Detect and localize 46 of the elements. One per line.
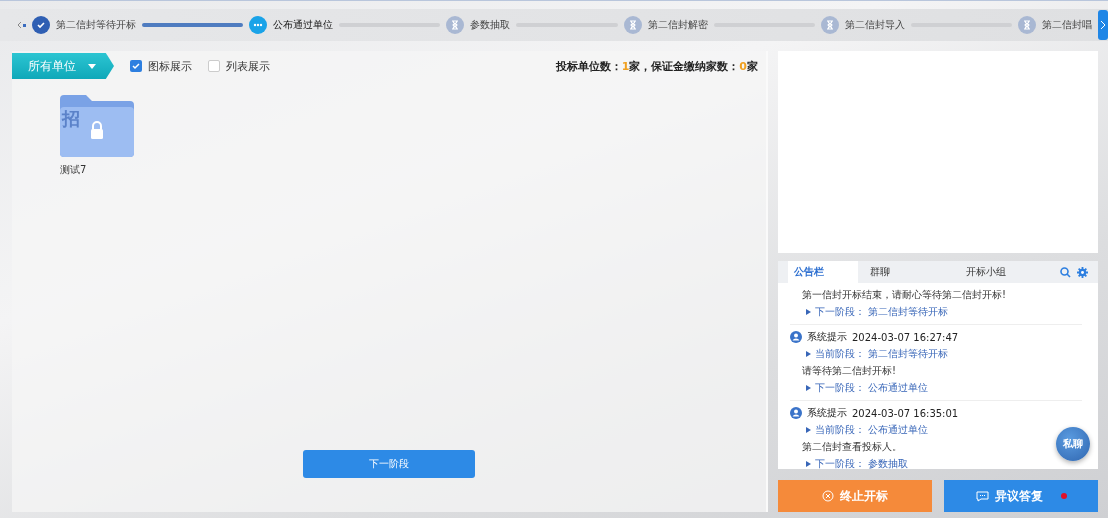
checkbox[interactable] (130, 60, 142, 72)
message-sender: 系统提示 (807, 330, 847, 344)
step-label[interactable]: 第二信封导入 (844, 18, 905, 32)
triangle-icon (806, 461, 811, 467)
private-chat-button[interactable]: 私聊 (1056, 427, 1090, 461)
triangle-icon (806, 351, 811, 357)
stage-text: 下一阶段： 第二信封等待开标 (815, 305, 949, 319)
step-label[interactable]: 公布通过单位 (273, 18, 334, 32)
bidder-name: 测试7 (60, 163, 88, 177)
bid-stats-text: 投标单位数：1家，保证金缴纳家数：0家 (555, 58, 758, 74)
back-arrow-icon[interactable] (16, 20, 26, 30)
chat-bubble-icon (975, 490, 989, 502)
triangle-icon (806, 385, 811, 391)
chat-tab[interactable]: 公告栏 (788, 261, 858, 283)
close-circle-icon (822, 490, 834, 502)
chat-tab[interactable]: 开标小组 (960, 261, 1030, 283)
message-time: 2024-03-07 16:27:47 (852, 331, 959, 343)
message-text: 第一信封开标结束，请耐心等待第二信封开标! (802, 288, 1006, 302)
settings-icon[interactable] (1077, 266, 1088, 278)
checkbox-label: 图标展示 (148, 58, 192, 74)
step-label[interactable]: 参数抽取 (470, 18, 511, 32)
chevron-right-icon (1100, 20, 1106, 30)
step-label[interactable]: 第二信封唱 (1042, 18, 1092, 32)
chat-tab[interactable]: 群聊 (864, 261, 954, 283)
message-time: 2024-03-07 16:35:01 (852, 407, 959, 419)
message-text: 第二信封查看投标人。 (802, 440, 902, 454)
message-sender: 系统提示 (807, 406, 847, 420)
user-avatar-icon (790, 407, 802, 419)
message-text: 请等待第二信封开标! (802, 364, 896, 378)
checkbox[interactable] (208, 60, 220, 72)
stage-text: 当前阶段： 公布通过单位 (815, 423, 929, 437)
triangle-icon (806, 309, 811, 315)
step-label[interactable]: 第二信封解密 (647, 18, 708, 32)
stage-text: 下一阶段： 公布通过单位 (815, 381, 929, 395)
next-arrow-button[interactable] (1098, 10, 1108, 40)
stage-text: 下一阶段： 参数抽取 (815, 457, 909, 469)
checkbox-label: 列表展示 (226, 58, 270, 74)
user-avatar-icon (790, 331, 802, 343)
triangle-icon (806, 427, 811, 433)
objection-reply-button[interactable]: 异议答复 (944, 480, 1098, 512)
stage-text: 当前阶段： 第二信封等待开标 (815, 347, 949, 361)
folder-mark: 招 (62, 107, 80, 131)
caret-icon (88, 63, 96, 69)
step-label[interactable]: 第二信封等待开标 (56, 18, 136, 32)
next-stage-button[interactable]: 下一阶段 (303, 450, 475, 478)
search-icon[interactable] (1060, 266, 1071, 278)
